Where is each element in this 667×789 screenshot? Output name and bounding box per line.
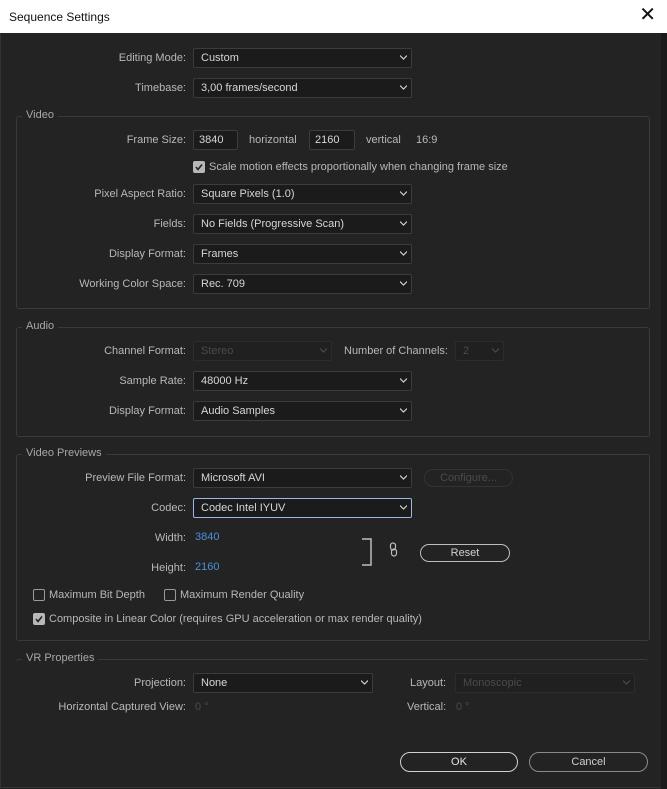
composite-linear-label: Composite in Linear Color (requires GPU …: [49, 613, 422, 625]
audio-display-format-select[interactable]: Audio Samples: [193, 401, 412, 421]
composite-linear-checkbox[interactable]: [33, 613, 45, 625]
captured-view-value: 0 °: [195, 701, 209, 713]
color-space-value: Rec. 709: [201, 278, 246, 290]
sample-rate-label: Sample Rate:: [119, 375, 186, 387]
chevron-down-icon: [400, 408, 407, 414]
height-label: Height:: [151, 562, 186, 574]
codec-select[interactable]: Codec Intel IYUV: [193, 498, 412, 518]
chevron-down-icon: [400, 281, 407, 287]
vr-section-title: VR Properties: [22, 652, 99, 664]
max-bit-depth-label: Maximum Bit Depth: [49, 589, 145, 601]
video-section-title: Video: [22, 109, 58, 121]
display-format-label: Display Format:: [108, 248, 186, 260]
num-channels-value: 2: [463, 345, 470, 357]
fields-label: Fields:: [153, 218, 186, 230]
scale-motion-checkbox[interactable]: [193, 161, 205, 173]
pixel-aspect-label: Pixel Aspect Ratio:: [94, 188, 186, 200]
projection-label: Projection:: [134, 677, 186, 689]
timebase-label: Timebase:: [135, 82, 186, 94]
preview-file-format-value: Microsoft AVI: [201, 472, 265, 484]
vr-section: [16, 659, 648, 728]
timebase-select[interactable]: 3,00 frames/second: [193, 78, 412, 98]
color-space-select[interactable]: Rec. 709: [193, 274, 412, 294]
link-bracket-icon: [362, 538, 372, 566]
configure-button[interactable]: Configure...: [424, 469, 513, 487]
window-title: Sequence Settings: [9, 10, 110, 24]
chevron-down-icon: [492, 348, 499, 354]
pixel-aspect-value: Square Pixels (1.0): [201, 188, 295, 200]
sample-rate-value: 48000 Hz: [201, 375, 249, 387]
num-channels-select[interactable]: 2: [455, 341, 504, 361]
reset-button[interactable]: Reset: [420, 544, 510, 562]
checkmark-icon: [195, 164, 203, 171]
max-render-quality-checkbox[interactable]: [164, 589, 176, 601]
max-bit-depth-checkbox[interactable]: [33, 589, 45, 601]
preview-file-format-select[interactable]: Microsoft AVI: [193, 468, 412, 488]
projection-select[interactable]: None: [193, 673, 373, 693]
chevron-down-icon: [400, 191, 407, 197]
chevron-down-icon: [400, 55, 407, 61]
captured-view-label: Horizontal Captured View:: [58, 701, 186, 713]
color-space-label: Working Color Space:: [79, 278, 186, 290]
close-icon[interactable]: ✕: [639, 5, 656, 25]
timebase-value: 3,00 frames/second: [201, 82, 298, 94]
chevron-down-icon: [400, 475, 407, 481]
chevron-down-icon: [400, 85, 407, 91]
layout-select[interactable]: Monoscopic: [455, 673, 635, 693]
channel-format-label: Channel Format:: [104, 345, 186, 357]
editing-mode-select[interactable]: Custom: [193, 48, 412, 68]
display-format-select[interactable]: Frames: [193, 244, 412, 264]
vr-vertical-label: Vertical:: [407, 701, 447, 713]
video-previews-section-title: Video Previews: [22, 447, 106, 459]
channel-format-value: Stereo: [201, 345, 234, 357]
width-label: Width:: [154, 532, 186, 544]
chevron-down-icon: [400, 221, 407, 227]
width-value[interactable]: 3840: [195, 531, 219, 543]
editing-mode-value: Custom: [201, 52, 239, 64]
vertical-label: vertical: [366, 134, 401, 146]
audio-display-format-label: Display Format:: [108, 405, 186, 417]
max-render-quality-label: Maximum Render Quality: [180, 589, 305, 601]
aspect-ratio-text: 16:9: [416, 134, 438, 146]
channel-format-select[interactable]: Stereo: [193, 341, 332, 361]
frame-height-input[interactable]: 2160: [309, 130, 355, 150]
audio-display-format-value: Audio Samples: [201, 405, 275, 417]
chevron-down-icon: [400, 251, 407, 257]
fields-value: No Fields (Progressive Scan): [201, 218, 345, 230]
display-format-value: Frames: [201, 248, 239, 260]
chain-link-icon[interactable]: [389, 542, 398, 558]
sample-rate-select[interactable]: 48000 Hz: [193, 371, 412, 391]
chevron-down-icon: [400, 505, 407, 511]
cancel-button[interactable]: Cancel: [529, 752, 648, 772]
projection-value: None: [201, 677, 228, 689]
audio-section-title: Audio: [22, 320, 59, 332]
num-channels-label: Number of Channels:: [344, 345, 448, 357]
pixel-aspect-select[interactable]: Square Pixels (1.0): [193, 184, 412, 204]
background-window-strip: [661, 33, 667, 789]
frame-size-label: Frame Size:: [126, 134, 186, 146]
codec-label: Codec:: [151, 502, 186, 514]
preview-file-format-label: Preview File Format:: [85, 472, 186, 484]
frame-width-input[interactable]: 3840: [193, 130, 238, 150]
title-bar: Sequence Settings ✕: [0, 0, 667, 33]
checkmark-icon: [35, 616, 43, 623]
editing-mode-label: Editing Mode:: [118, 52, 186, 64]
codec-value: Codec Intel IYUV: [201, 502, 286, 514]
vr-vertical-value: 0 °: [456, 701, 470, 713]
fields-select[interactable]: No Fields (Progressive Scan): [193, 214, 412, 234]
layout-value: Monoscopic: [463, 677, 522, 689]
ok-button[interactable]: OK: [400, 752, 518, 772]
horizontal-label: horizontal: [249, 134, 297, 146]
height-value[interactable]: 2160: [195, 561, 219, 573]
layout-label: Layout:: [410, 677, 447, 689]
chevron-down-icon: [320, 348, 327, 354]
chevron-down-icon: [361, 680, 368, 686]
chevron-down-icon: [400, 378, 407, 384]
scale-motion-label: Scale motion effects proportionally when…: [209, 161, 508, 173]
chevron-down-icon: [623, 680, 630, 686]
